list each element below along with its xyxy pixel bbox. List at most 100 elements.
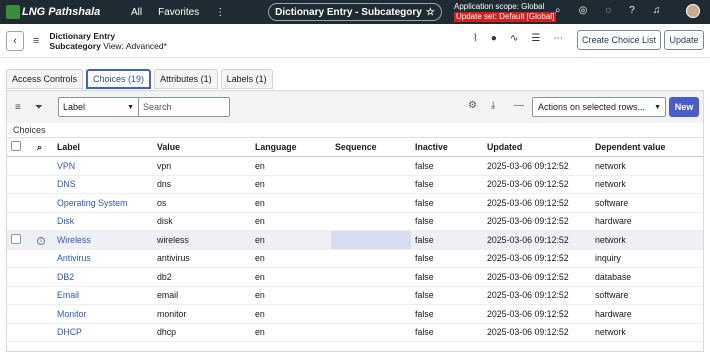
tab-access-controls[interactable]: Access Controls [6,69,84,89]
new-button[interactable]: New [669,97,699,117]
value-cell: os [153,193,251,213]
updated-cell: 2025-03-06 09:12:52 [483,230,591,250]
label-cell[interactable]: Operating System [53,193,153,213]
select-all-cell [7,137,33,157]
dependent-value-cell: hardware [591,212,703,231]
view-label: View: Advanced* [103,40,167,51]
sequence-cell [331,304,411,324]
table-row[interactable]: DHCP dhcp en false 2025-03-06 09:12:52 networ… [7,323,703,342]
search-icon[interactable]: ⌕ [555,5,561,16]
label-cell[interactable]: DNS [53,175,153,194]
top-navigation-bar: LNG Pathshala All Favorites ⋮ Dictionary… [0,0,710,24]
inactive-cell: false [411,249,483,268]
checkbox-cell [7,323,33,342]
dependent-value-cell: network [591,323,703,342]
column-updated[interactable]: Updated [483,137,591,157]
actions-select[interactable]: Actions on selected rows... ▼ [532,97,666,117]
application-scope[interactable]: Application scope: Global Update set: De… [454,2,557,22]
bell-icon[interactable]: ♫ [653,5,661,16]
download-icon[interactable]: ⤓ [491,100,495,111]
column-sequence[interactable]: Sequence [331,137,411,157]
language-cell: en [251,193,331,213]
updated-cell: 2025-03-06 09:12:52 [483,304,591,324]
label-cell[interactable]: DHCP [53,323,153,342]
logo[interactable]: LNG Pathshala [6,4,101,20]
table-row[interactable]: DB2 db2 en false 2025-03-06 09:12:52 database [7,267,703,287]
info-icon[interactable]: i [37,237,45,246]
table-row[interactable]: Operating System os en false 2025-03-06 09:1… [7,193,703,213]
update-button[interactable]: Update [664,30,704,50]
checkbox-cell [7,175,33,194]
list-title: Choices [13,125,46,135]
dependent-value-cell: database [591,267,703,287]
label-cell[interactable]: Email [53,286,153,305]
language-cell: en [251,230,331,250]
label-cell[interactable]: VPN [53,156,153,176]
info-cell [33,193,53,213]
table-row[interactable]: Monitor monitor en false 2025-03-06 09:12:52… [7,304,703,324]
label-cell[interactable]: DB2 [53,267,153,287]
tab-choices[interactable]: Choices (19) [86,69,152,89]
info-cell [33,286,53,305]
avatar[interactable] [686,4,700,18]
label-cell[interactable]: Monitor [53,304,153,324]
inactive-cell: false [411,304,483,324]
updated-cell: 2025-03-06 09:12:52 [483,175,591,194]
dependent-value-cell: network [591,230,703,250]
page-title-pill[interactable]: Dictionary Entry - Subcategory ☆ [268,3,442,21]
chat-icon[interactable]: ◌ [605,5,611,16]
value-cell: dns [153,175,251,194]
tab-attributes[interactable]: Attributes (1) [154,69,218,89]
tab-labels[interactable]: Labels (1) [220,69,273,89]
nav-all[interactable]: All [131,7,142,18]
more-icon[interactable]: ⋯ [553,33,563,44]
info-cell [33,267,53,287]
table-row[interactable]: i Wireless wireless en false 2025-03-06 09:12… [7,230,703,250]
label-cell[interactable]: Wireless [53,230,153,250]
help-icon[interactable]: ? [629,5,635,16]
settings-sliders-icon[interactable]: ☰ [531,33,540,44]
table-row[interactable]: VPN vpn en false 2025-03-06 09:12:52 network [7,156,703,176]
nav-more-icon[interactable]: ⋮ [215,7,225,18]
menu-icon[interactable]: ≡ [33,35,39,47]
related-list-tabs: Access Controls Choices (19) Attributes … [6,69,273,89]
activity-icon[interactable]: ∿ [510,33,518,44]
column-search-icon[interactable]: ⌕ [33,137,53,157]
updated-cell: 2025-03-06 09:12:52 [483,156,591,176]
star-icon[interactable]: ☆ [426,7,435,18]
column-dependent-value[interactable]: Dependent value [591,137,703,157]
table-row[interactable]: DNS dns en false 2025-03-06 09:12:52 network [7,175,703,194]
info-cell [33,156,53,176]
row-checkbox[interactable] [11,233,21,244]
column-inactive[interactable]: Inactive [411,137,483,157]
info-cell: i [33,230,53,250]
globe-icon[interactable]: ◎ [579,5,588,16]
collapse-icon[interactable]: — [514,100,524,111]
language-cell: en [251,156,331,176]
attachment-icon[interactable]: ⌇ [473,33,478,44]
value-cell: antivirus [153,249,251,268]
column-language[interactable]: Language [251,137,331,157]
search-input[interactable]: Search [138,97,230,117]
column-label[interactable]: Label [53,137,153,157]
help-circle-icon[interactable]: ● [491,33,497,44]
updated-cell: 2025-03-06 09:12:52 [483,267,591,287]
value-cell: disk [153,212,251,231]
label-cell[interactable]: Disk [53,212,153,231]
search-field-select[interactable]: Label ▼ [58,97,140,117]
table-row[interactable]: Antivirus antivirus en false 2025-03-06 09:1… [7,249,703,268]
filter-icon[interactable]: ⏷ [35,102,43,113]
inactive-cell: false [411,193,483,213]
back-button[interactable]: ‹ [6,30,24,51]
updated-cell: 2025-03-06 09:12:52 [483,323,591,342]
select-all-checkbox[interactable] [11,141,21,151]
nav-favorites[interactable]: Favorites [158,7,199,18]
label-cell[interactable]: Antivirus [53,249,153,268]
create-choice-list-button[interactable]: Create Choice List [577,30,661,50]
gear-icon[interactable]: ⚙ [468,100,477,111]
list-menu-icon[interactable]: ≡ [15,102,21,113]
table-row[interactable]: Email email en false 2025-03-06 09:12:52 soft… [7,286,703,305]
sequence-cell [331,249,411,268]
column-value[interactable]: Value [153,137,251,157]
table-row[interactable]: Disk disk en false 2025-03-06 09:12:52 hardwa… [7,212,703,231]
